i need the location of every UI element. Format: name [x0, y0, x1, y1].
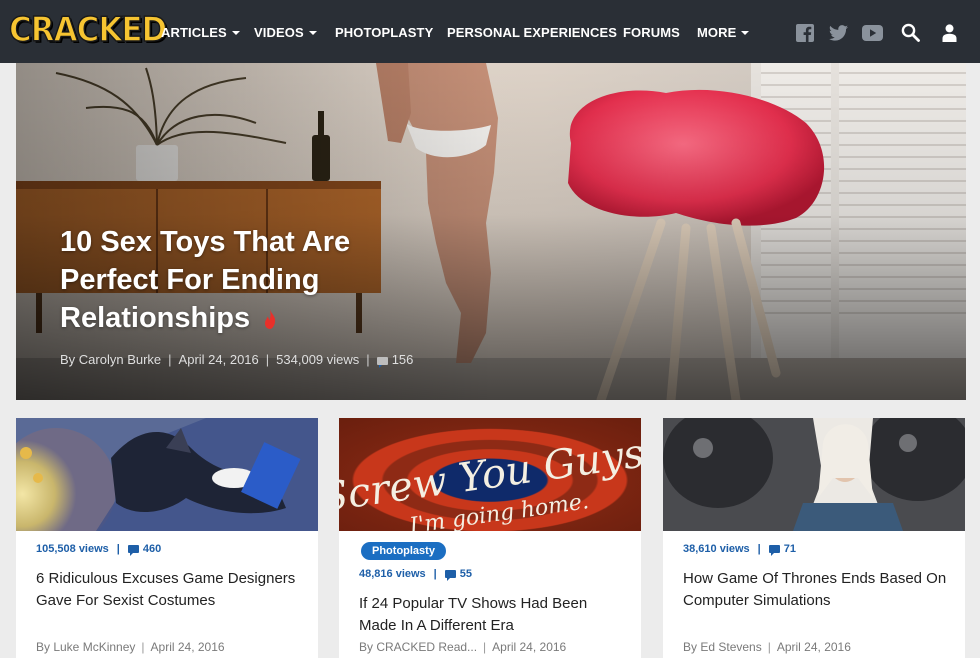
card-views: 48,816 views: [359, 568, 426, 580]
card-comments[interactable]: 460: [143, 543, 161, 555]
twitter-icon[interactable]: [829, 25, 848, 41]
separator: |: [168, 352, 172, 367]
article-thumbnail: [663, 418, 965, 531]
separator: |: [116, 543, 120, 555]
hero-article[interactable]: 10 Sex Toys That Are Perfect For Ending …: [16, 63, 966, 400]
separator: |: [757, 543, 761, 555]
cracked-logo[interactable]: CRACKED: [8, 10, 168, 50]
nav-personal-experiences-label: PERSONAL EXPERIENCES: [447, 25, 618, 40]
category-badge[interactable]: Photoplasty: [361, 542, 446, 560]
nav-forums-label: FORUMS: [623, 25, 680, 40]
article-thumbnail: [16, 418, 318, 531]
hero-comments[interactable]: 156: [392, 352, 414, 367]
nav-more-label: MORE: [697, 25, 737, 40]
chevron-down-icon: [231, 31, 240, 35]
youtube-icon[interactable]: [862, 25, 883, 41]
separator: |: [366, 352, 370, 367]
flame-icon: [265, 309, 276, 329]
card-stats: 38,610 views | 71: [683, 543, 796, 556]
chevron-down-icon: [741, 31, 750, 35]
hero-title-text: 10 Sex Toys That Are Perfect For Ending …: [60, 226, 351, 334]
article-card[interactable]: 105,508 views | 460 6 Ridiculous Excuses G…: [16, 418, 318, 658]
nav-forums[interactable]: FORUMS: [623, 25, 680, 40]
user-icon[interactable]: [942, 24, 957, 42]
card-stats: 48,816 views | 55: [359, 568, 472, 581]
card-stats: 105,508 views | 460: [36, 543, 161, 556]
comment-icon: [376, 357, 388, 368]
nav-videos[interactable]: VIDEOS: [254, 25, 317, 40]
card-comments[interactable]: 55: [460, 568, 472, 580]
facebook-icon[interactable]: [796, 24, 814, 42]
nav-photoplasty[interactable]: PHOTOPLASTY: [335, 25, 433, 40]
nav-personal-experiences[interactable]: PERSONAL EXPERIENCES: [447, 25, 617, 40]
nav-articles[interactable]: ARTICLES: [161, 25, 240, 40]
chevron-down-icon: [308, 31, 317, 35]
nav-articles-label: ARTICLES: [161, 25, 227, 40]
nav-videos-label: VIDEOS: [254, 25, 304, 40]
card-title[interactable]: 6 Ridiculous Excuses Game Designers Gave…: [36, 568, 301, 611]
card-views: 38,610 views: [683, 543, 750, 555]
search-icon[interactable]: [901, 23, 920, 42]
nav-more[interactable]: MORE: [697, 25, 750, 40]
article-thumbnail: Screw You Guys, I'm going home.: [339, 418, 641, 531]
hero-date: April 24, 2016: [178, 352, 259, 367]
separator: |: [433, 568, 437, 580]
card-comments[interactable]: 71: [784, 543, 796, 555]
hero-author[interactable]: By Carolyn Burke: [60, 352, 161, 367]
hero-views: 534,009 views: [276, 352, 360, 367]
hero-title[interactable]: 10 Sex Toys That Are Perfect For Ending …: [60, 223, 400, 337]
article-card[interactable]: 38,610 views | 71 How Game Of Thrones Ends…: [663, 418, 965, 658]
separator: |: [265, 352, 270, 367]
article-card[interactable]: Screw You Guys, I'm going home. Photopla…: [339, 418, 641, 658]
card-title[interactable]: How Game Of Thrones Ends Based On Comput…: [683, 568, 948, 611]
card-views: 105,508 views: [36, 543, 109, 555]
card-title[interactable]: If 24 Popular TV Shows Had Been Made In …: [359, 593, 624, 636]
hero-meta: By Carolyn Burke | April 24, 2016 | 534,009 …: [60, 352, 414, 368]
comment-icon: [127, 545, 139, 556]
nav-photoplasty-label: PHOTOPLASTY: [335, 25, 434, 40]
comment-icon: [444, 570, 456, 581]
comment-icon: [768, 545, 780, 556]
top-nav: CRACKED ARTICLES VIDEOS PHOTOPLASTY PERS…: [0, 0, 980, 63]
